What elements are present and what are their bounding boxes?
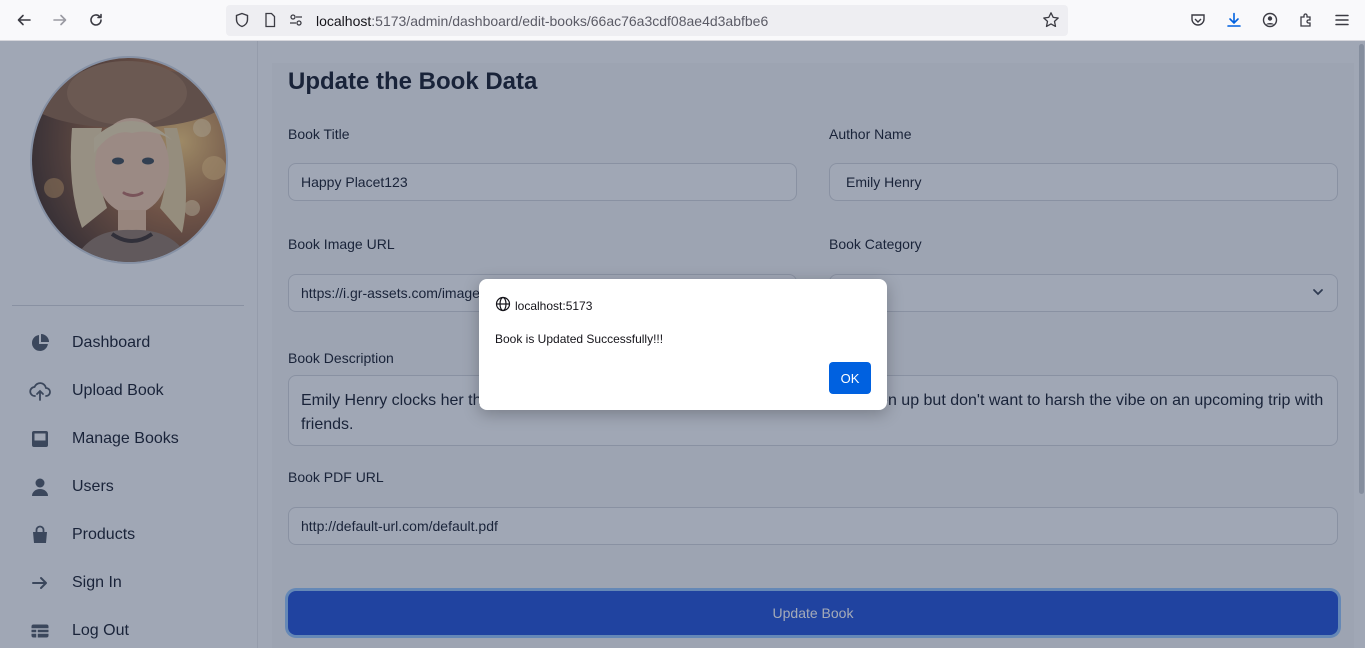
- back-icon[interactable]: [11, 8, 37, 32]
- dialog-message: Book is Updated Successfully!!!: [495, 332, 664, 346]
- url-host: localhost: [316, 13, 372, 29]
- account-icon[interactable]: [1257, 8, 1283, 32]
- reload-icon[interactable]: [83, 8, 109, 32]
- browser-toolbar: localhost:5173/admin/dashboard/edit-book…: [0, 0, 1365, 41]
- dialog-origin: localhost:5173: [495, 296, 592, 315]
- dialog-origin-text: localhost:5173: [515, 298, 593, 313]
- permissions-icon[interactable]: [286, 10, 306, 30]
- shield-icon[interactable]: [232, 10, 252, 30]
- alert-dialog: localhost:5173 Book is Updated Successfu…: [479, 279, 887, 410]
- dialog-ok-button[interactable]: OK: [829, 362, 871, 394]
- globe-icon: [495, 296, 511, 315]
- forward-icon[interactable]: [47, 8, 73, 32]
- bookmark-star-icon[interactable]: [1041, 10, 1061, 30]
- download-icon[interactable]: [1221, 8, 1247, 32]
- url-text: localhost:5173/admin/dashboard/edit-book…: [316, 13, 768, 29]
- url-path: :5173/admin/dashboard/edit-books/66ac76a…: [371, 13, 769, 29]
- page-icon[interactable]: [260, 10, 280, 30]
- pocket-icon[interactable]: [1185, 8, 1211, 32]
- menu-icon[interactable]: [1329, 8, 1355, 32]
- url-bar[interactable]: localhost:5173/admin/dashboard/edit-book…: [226, 5, 1068, 36]
- extensions-icon[interactable]: [1293, 8, 1319, 32]
